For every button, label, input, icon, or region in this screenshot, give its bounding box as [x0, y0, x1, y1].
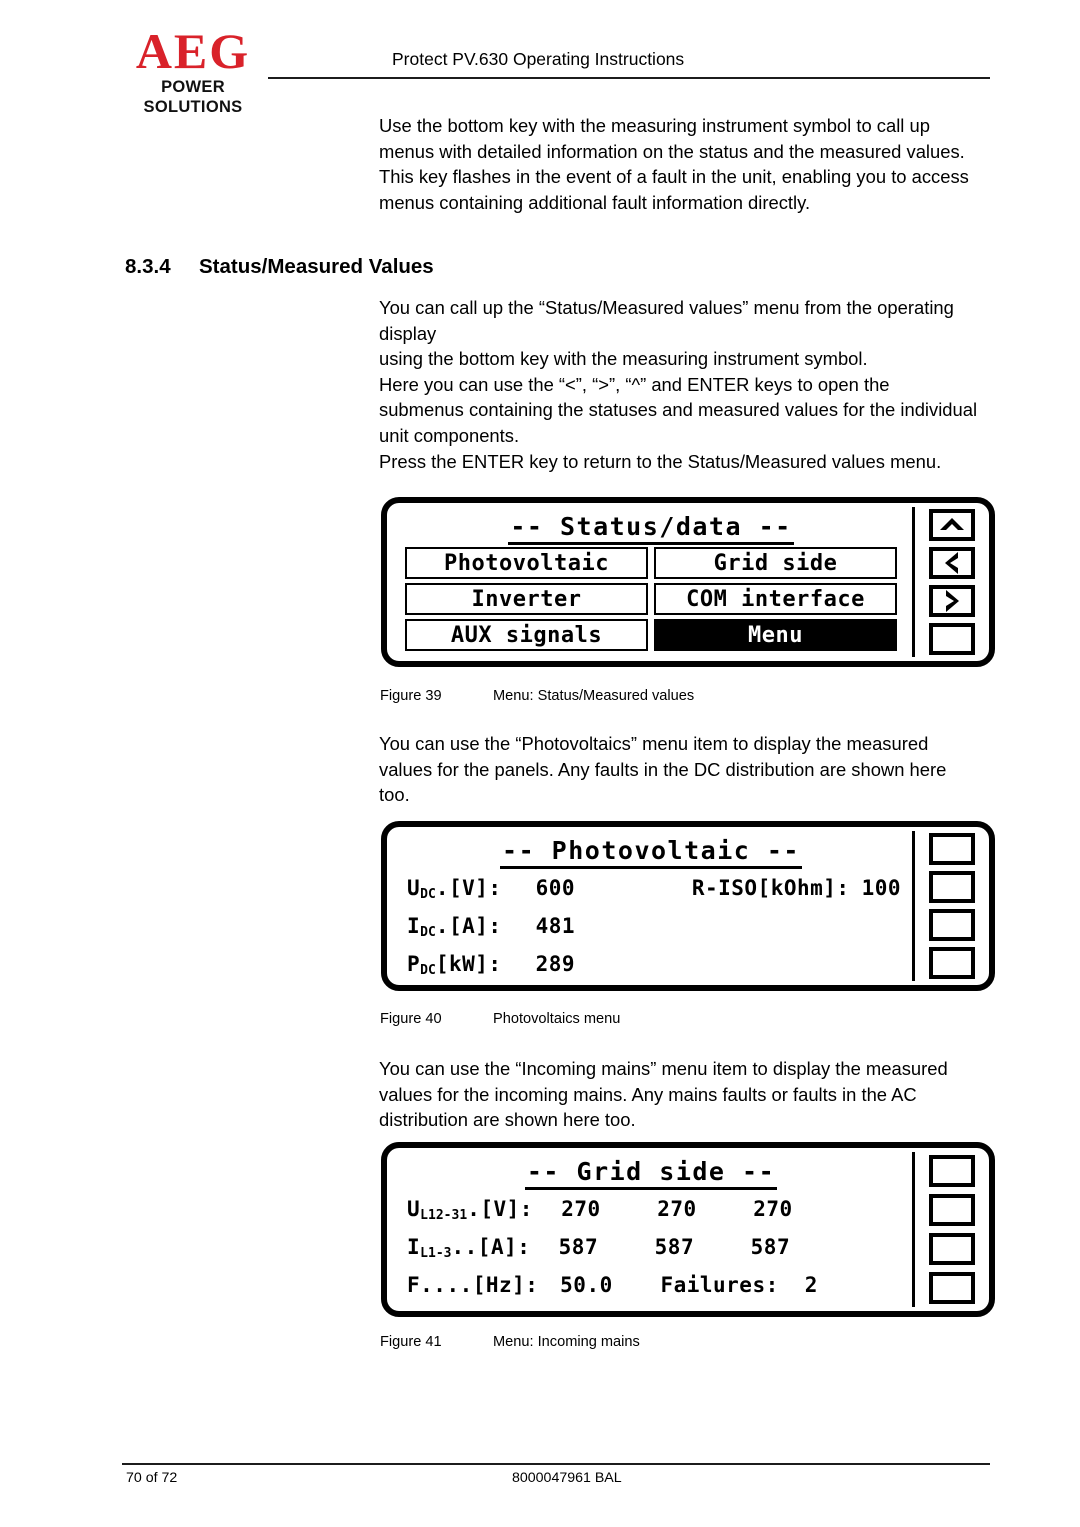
- il-value-1: 587: [558, 1235, 599, 1259]
- menu-item-photovoltaic[interactable]: Photovoltaic: [405, 547, 648, 579]
- ul-value-2: 270: [657, 1197, 697, 1221]
- section-body-paragraph: You can call up the “Status/Measured val…: [379, 297, 978, 472]
- failures-value: 2: [804, 1273, 818, 1297]
- header-title: Protect PV.630 Operating Instructions: [392, 49, 685, 69]
- measured-value-row: F....[Hz]: 50.0 Failures: 2: [407, 1268, 901, 1306]
- menu-item-aux-signals[interactable]: AUX signals: [405, 619, 648, 651]
- blank-key-icon[interactable]: [929, 1233, 975, 1266]
- aeg-logo: AEG POWER SOLUTIONS: [118, 26, 268, 117]
- lcd-title: -- Photovoltaic --: [401, 835, 901, 869]
- lcd-screen: -- Status/data -- Photovoltaic Grid side…: [387, 503, 911, 661]
- section-number: 8.3.4: [125, 255, 171, 278]
- figure-caption-39: Figure 39 Menu: Status/Measured values: [380, 688, 694, 704]
- footer-divider: [122, 1463, 990, 1465]
- lcd-measured-values: UL12-31.[V]: 270 270 270 IL1-3..[A]: 587…: [401, 1192, 901, 1306]
- figure-caption-text: Menu: Incoming mains: [493, 1334, 640, 1350]
- measured-value-row: UDC.[V]: 600 R-ISO[kOhm]: 100: [407, 871, 901, 909]
- lcd-title: -- Status/data --: [401, 511, 901, 545]
- lcd-title: -- Grid side --: [401, 1156, 901, 1190]
- page-header: AEG POWER SOLUTIONS Protect PV.630 Opera…: [0, 0, 1080, 116]
- frequency-label: F....[Hz]:: [407, 1273, 539, 1297]
- blank-key-icon[interactable]: [929, 833, 975, 865]
- il-label: IL1-3..[A]:: [407, 1235, 531, 1261]
- figure-caption-40: Figure 40 Photovoltaics menu: [380, 1011, 620, 1027]
- figure-caption-41: Figure 41 Menu: Incoming mains: [380, 1334, 640, 1350]
- lcd-menu-grid: Photovoltaic Grid side Inverter COM inte…: [401, 547, 901, 651]
- logo-wordmark: AEG: [135, 23, 251, 79]
- menu-item-inverter[interactable]: Inverter: [405, 583, 648, 615]
- page-number: 70 of 72: [126, 1470, 178, 1486]
- measured-value-row: UL12-31.[V]: 270 270 270: [407, 1192, 901, 1230]
- figure-caption-text: Menu: Status/Measured values: [493, 688, 695, 704]
- pdc-value: 289: [535, 952, 575, 976]
- riso-value: 100: [861, 876, 901, 900]
- measured-value-row: PDC[kW]: 289: [407, 947, 901, 985]
- header-divider: [268, 77, 990, 79]
- section-title: Status/Measured Values: [199, 255, 434, 278]
- figure-number: Figure 41: [380, 1334, 442, 1350]
- idc-label: IDC.[A]:: [407, 914, 502, 940]
- menu-item-com-interface[interactable]: COM interface: [654, 583, 897, 615]
- lcd-softkey-strip: [915, 503, 989, 661]
- chevron-left-icon[interactable]: [929, 547, 975, 579]
- ul-value-1: 270: [561, 1197, 601, 1221]
- lcd-softkey-strip: [915, 1148, 989, 1311]
- il-value-3: 587: [750, 1235, 791, 1259]
- lcd-screen: -- Grid side -- UL12-31.[V]: 270 270 270…: [387, 1148, 911, 1311]
- blank-key-icon[interactable]: [929, 1154, 975, 1187]
- page-title: 8.3.4 Status/Measured Values: [125, 255, 434, 279]
- menu-item-grid-side[interactable]: Grid side: [654, 547, 897, 579]
- chevron-right-icon[interactable]: [929, 585, 975, 617]
- frequency-value: 50.0: [560, 1273, 613, 1297]
- figure-number: Figure 39: [380, 688, 442, 704]
- blank-key-icon[interactable]: [929, 871, 975, 903]
- failures-label: Failures:: [660, 1273, 779, 1297]
- photovoltaics-paragraph: You can use the “Photovoltaics” menu ite…: [379, 733, 947, 806]
- lcd-softkey-strip: [915, 827, 989, 985]
- lcd-grid-side-panel: -- Grid side -- UL12-31.[V]: 270 270 270…: [381, 1142, 995, 1317]
- document-id: 8000047961 BAL: [512, 1470, 622, 1486]
- il-value-2: 587: [654, 1235, 695, 1259]
- ul-value-3: 270: [753, 1197, 793, 1221]
- lcd-photovoltaic-panel: -- Photovoltaic -- UDC.[V]: 600 R-ISO[kO…: [381, 821, 995, 991]
- blank-key-icon[interactable]: [929, 1272, 975, 1305]
- figure-caption-text: Photovoltaics menu: [493, 1011, 621, 1027]
- measured-value-row: IL1-3..[A]: 587 587 587: [407, 1230, 901, 1268]
- intro-paragraph: Use the bottom key with the measuring in…: [379, 115, 969, 213]
- chevron-up-icon[interactable]: [929, 509, 975, 541]
- lcd-status-data-panel: -- Status/data -- Photovoltaic Grid side…: [381, 497, 995, 667]
- blank-key-icon[interactable]: [929, 1193, 975, 1226]
- pdc-label: PDC[kW]:: [407, 952, 502, 978]
- measured-value-row: IDC.[A]: 481: [407, 909, 901, 947]
- udc-label: UDC.[V]:: [407, 876, 502, 902]
- idc-value: 481: [535, 914, 575, 938]
- lcd-screen: -- Photovoltaic -- UDC.[V]: 600 R-ISO[kO…: [387, 827, 911, 985]
- blank-key-icon[interactable]: [929, 623, 975, 655]
- menu-item-menu[interactable]: Menu: [654, 619, 897, 651]
- lcd-measured-values: UDC.[V]: 600 R-ISO[kOhm]: 100 IDC.[A]: 4…: [401, 871, 901, 985]
- blank-key-icon[interactable]: [929, 909, 975, 941]
- blank-key-icon[interactable]: [929, 947, 975, 979]
- riso-label: R-ISO[kOhm]:: [691, 876, 850, 900]
- udc-value: 600: [535, 876, 575, 900]
- logo-tagline: POWER SOLUTIONS: [143, 78, 243, 116]
- incoming-mains-paragraph: You can use the “Incoming mains” menu it…: [379, 1058, 948, 1131]
- figure-number: Figure 40: [380, 1011, 442, 1027]
- ul-label: UL12-31.[V]:: [407, 1197, 533, 1223]
